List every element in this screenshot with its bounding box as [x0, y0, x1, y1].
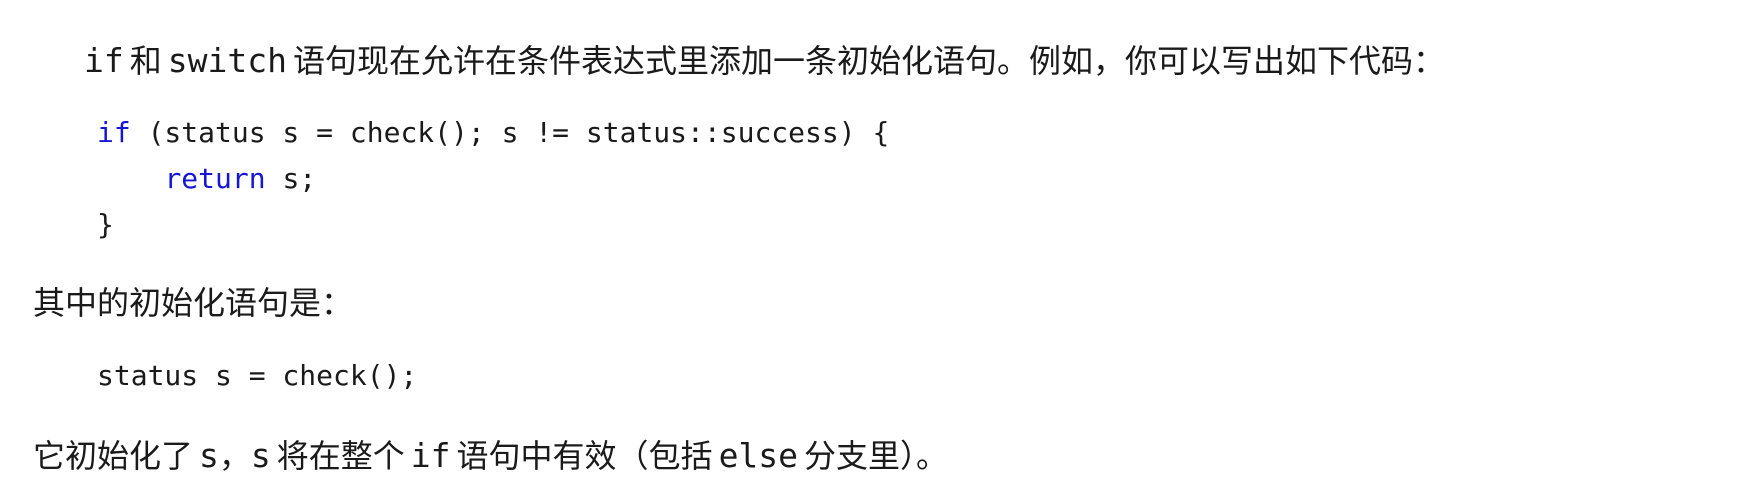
code-line-1: if (status s = check(); s != status::suc… [97, 119, 889, 147]
code-line-2-rest: s; [265, 162, 317, 195]
conclusion-comma: ， [218, 437, 251, 475]
keyword-return: return [164, 162, 266, 195]
inline-code-if: if [84, 41, 124, 80]
inline-code-s-2: s [250, 436, 271, 475]
init-code-line: status s = check(); [97, 362, 417, 390]
code-line-3: } [97, 211, 114, 239]
init-code-text: status s = check(); [97, 359, 418, 392]
inline-code-if-2: if [410, 436, 451, 475]
conclusion-text-a: 它初始化了 [33, 437, 194, 475]
intro-text-he: 和 [129, 42, 162, 80]
inline-code-else: else [718, 436, 799, 475]
inline-code-s-1: s [199, 436, 219, 475]
conclusion-text-b: 将在整个 [276, 437, 405, 475]
code-line-1-rest: (status s = check(); s != status::succes… [130, 116, 890, 149]
conclusion-text-d: 分支里）。 [804, 437, 949, 475]
init-intro-text: 其中的初始化语句是： [33, 284, 354, 322]
code-closing-brace: } [97, 208, 114, 241]
conclusion-text-c: 语句中有效（包括 [456, 437, 713, 475]
intro-paragraph: if 和 switch 语句现在允许在条件表达式里添加一条初始化语句。例如，你可以写出… [84, 44, 1445, 77]
code-line-2: return s; [97, 165, 316, 193]
conclusion-paragraph: 它初始化了 s，s 将在整个 if 语句中有效（包括 else 分支里）。 [33, 439, 948, 472]
init-intro-paragraph: 其中的初始化语句是： [33, 287, 353, 319]
inline-code-switch: switch [167, 41, 287, 80]
intro-text-rest: 语句现在允许在条件表达式里添加一条初始化语句。例如，你可以写出如下代码： [292, 42, 1445, 80]
keyword-if: if [97, 116, 131, 149]
